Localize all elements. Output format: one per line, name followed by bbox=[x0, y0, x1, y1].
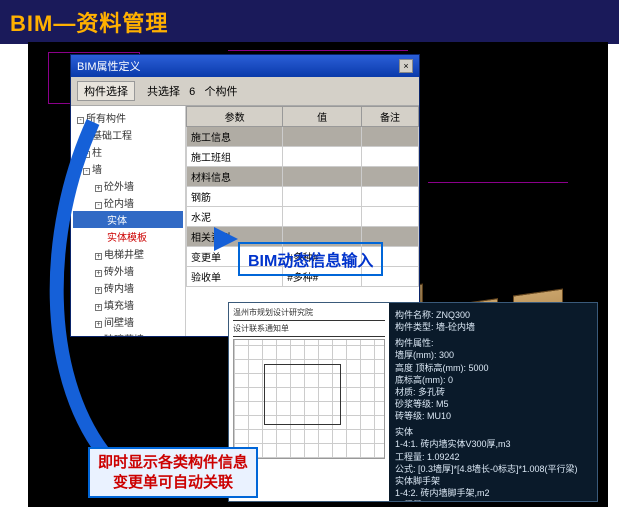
arrow-grid-to-input bbox=[214, 227, 254, 262]
grid-header: 备注 bbox=[362, 107, 419, 127]
slide-title: BIM—资料管理 bbox=[0, 0, 619, 44]
grid-row[interactable]: 水泥 bbox=[187, 207, 419, 227]
select-count-label: 共选择 6 个构件 bbox=[147, 83, 237, 99]
grid-row[interactable]: 施工信息 bbox=[187, 127, 419, 147]
grid-row[interactable]: 施工班组 bbox=[187, 147, 419, 167]
dialog-title: BIM属性定义 bbox=[77, 58, 141, 74]
dialog-titlebar[interactable]: BIM属性定义 × bbox=[71, 55, 419, 77]
detail-panel: 温州市规划设计研究院 设计联系通知单 构件名称: ZNQ300 构件类型: 墙-… bbox=[228, 302, 598, 502]
grid-row[interactable]: 钢筋 bbox=[187, 187, 419, 207]
callout-result: 即时显示各类构件信息 变更单可自动关联 bbox=[88, 447, 258, 498]
callout-bim-input: BIM动态信息输入 bbox=[238, 242, 383, 276]
grid-header: 参数 bbox=[187, 107, 283, 127]
component-specs: 构件名称: ZNQ300 构件类型: 墙-砼内墙 构件属性: 墙厚(mm): 3… bbox=[389, 303, 597, 501]
grid-row[interactable]: 材料信息 bbox=[187, 167, 419, 187]
slide-content: BIM属性定义 × 构件选择 共选择 6 个构件 -所有构件+基础工程+柱-墙+… bbox=[28, 42, 608, 507]
close-icon[interactable]: × bbox=[399, 59, 413, 73]
dialog-toolbar: 构件选择 共选择 6 个构件 bbox=[71, 77, 419, 106]
select-component-button[interactable]: 构件选择 bbox=[77, 81, 135, 101]
grid-header: 值 bbox=[283, 107, 362, 127]
arrow-tree-to-result bbox=[33, 112, 153, 487]
